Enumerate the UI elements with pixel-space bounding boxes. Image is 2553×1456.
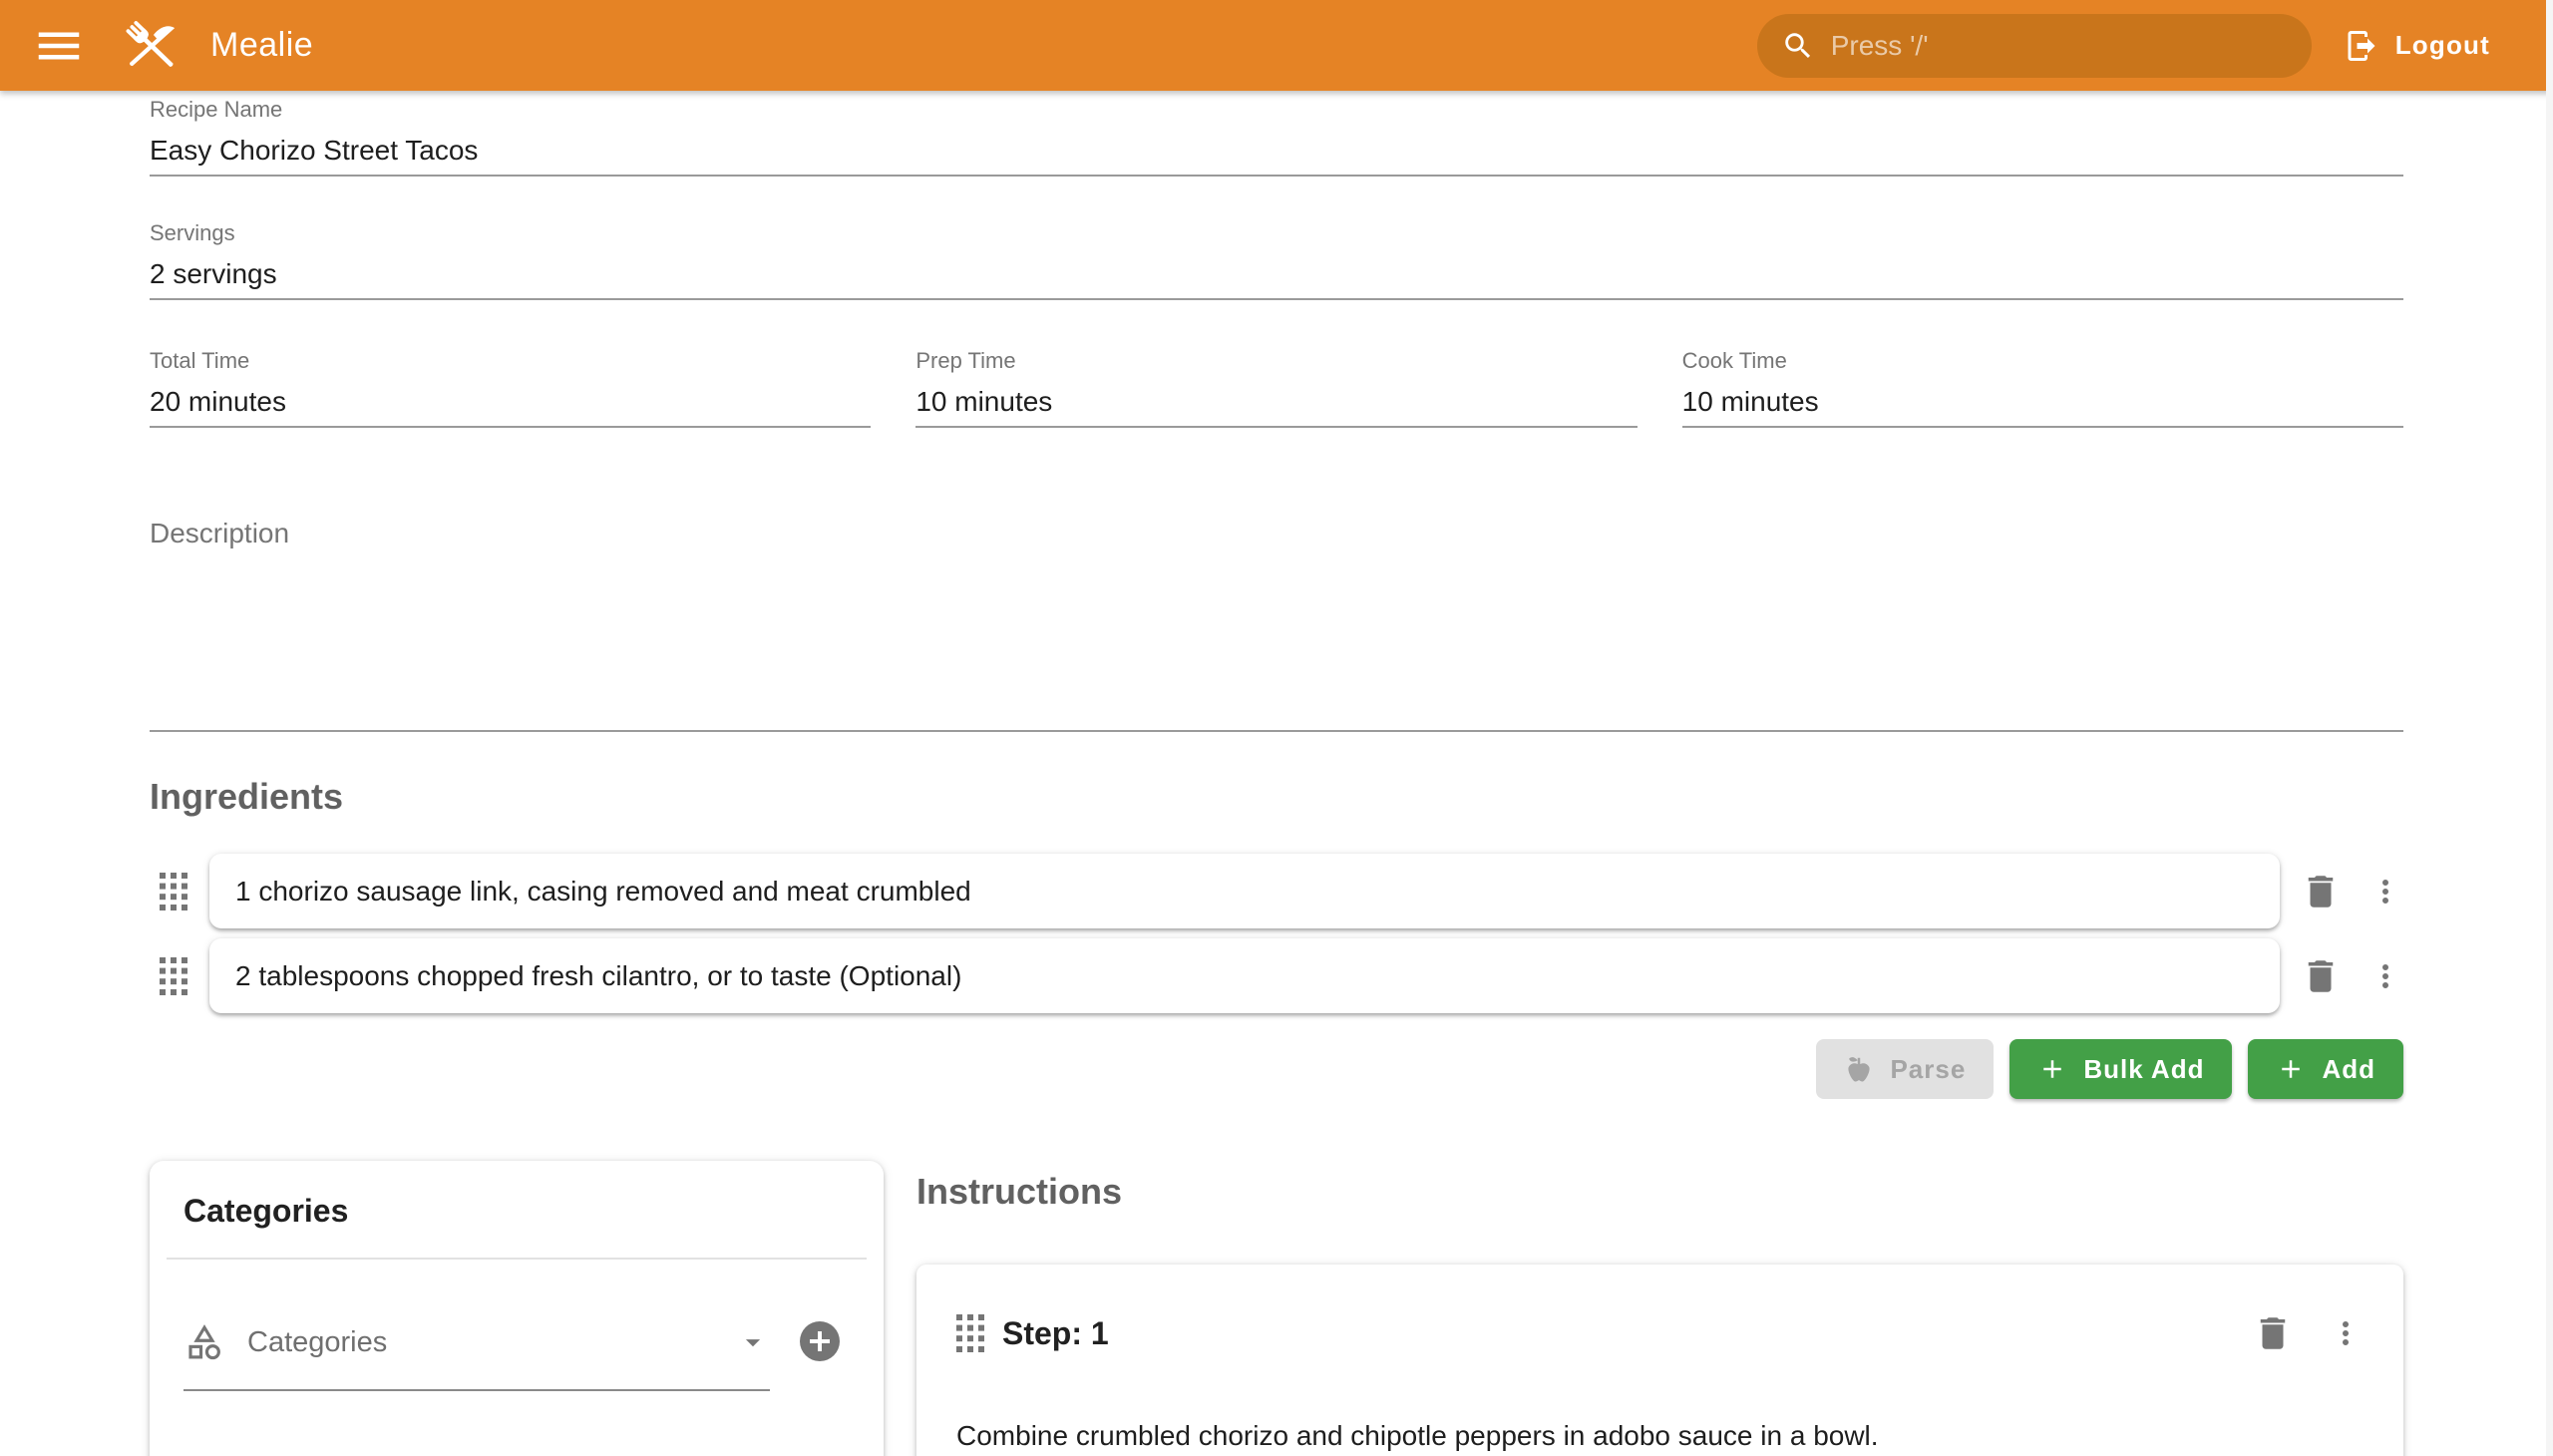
- ingredient-menu-button[interactable]: [2368, 958, 2403, 994]
- drag-handle-icon[interactable]: [956, 1314, 984, 1352]
- ingredient-row: [150, 854, 2403, 928]
- fork-knife-logo-icon: [117, 11, 186, 81]
- search-input[interactable]: [1831, 30, 2288, 62]
- trash-icon: [2252, 1312, 2294, 1354]
- servings-label: Servings: [150, 220, 2403, 246]
- cook-time-input[interactable]: [1682, 386, 2403, 418]
- divider: [167, 1258, 867, 1260]
- menu-button[interactable]: [29, 16, 89, 76]
- categories-card: Categories Categories: [150, 1161, 884, 1456]
- parse-label: Parse: [1890, 1054, 1966, 1085]
- kebab-menu-icon: [2328, 1315, 2364, 1351]
- logout-button[interactable]: Logout: [2344, 28, 2490, 64]
- ingredient-list: [150, 854, 2403, 1013]
- servings-field[interactable]: Servings: [150, 220, 2403, 300]
- plus-icon: [2276, 1054, 2306, 1084]
- step-header: Step: 1: [956, 1312, 2364, 1354]
- ingredient-menu-button[interactable]: [2368, 874, 2403, 910]
- prep-time-field[interactable]: Prep Time: [915, 348, 1637, 428]
- plus-circle-icon: [796, 1317, 844, 1365]
- drag-handle-icon[interactable]: [160, 873, 187, 910]
- shapes-icon: [183, 1321, 225, 1363]
- servings-input[interactable]: [150, 258, 2403, 290]
- bulk-add-button[interactable]: Bulk Add: [2009, 1039, 2232, 1099]
- ingredient-input-card: [209, 854, 2280, 928]
- categories-select[interactable]: Categories: [183, 1321, 770, 1391]
- add-label: Add: [2322, 1054, 2375, 1085]
- step-text[interactable]: Combine crumbled chorizo and chipotle pe…: [956, 1416, 2364, 1455]
- step-menu-button[interactable]: [2328, 1315, 2364, 1351]
- trash-icon: [2300, 871, 2342, 912]
- ingredients-heading: Ingredients: [150, 776, 2403, 818]
- times-row: Total Time Prep Time Cook Time: [150, 348, 2403, 428]
- description-label: Description: [150, 518, 2403, 549]
- ingredient-row: [150, 938, 2403, 1013]
- bulk-add-label: Bulk Add: [2083, 1054, 2204, 1085]
- kebab-menu-icon: [2368, 958, 2403, 994]
- recipe-editor: Recipe Name Servings Total Time Prep Tim…: [0, 97, 2553, 1456]
- delete-ingredient-button[interactable]: [2300, 871, 2342, 912]
- recipe-name-label: Recipe Name: [150, 97, 2403, 123]
- drag-handle-icon[interactable]: [160, 957, 187, 995]
- categories-heading: Categories: [183, 1193, 850, 1230]
- app-logo[interactable]: [117, 11, 186, 81]
- description-field[interactable]: Description: [150, 518, 2403, 732]
- logout-icon: [2344, 28, 2379, 64]
- bottom-section: Categories Categories Instru: [150, 1151, 2403, 1456]
- logout-label: Logout: [2395, 30, 2490, 61]
- trash-icon: [2300, 955, 2342, 997]
- prep-time-label: Prep Time: [915, 348, 1637, 374]
- parse-button[interactable]: Parse: [1816, 1039, 1994, 1099]
- add-category-button[interactable]: [796, 1317, 844, 1365]
- recipe-name-field[interactable]: Recipe Name: [150, 97, 2403, 177]
- delete-ingredient-button[interactable]: [2300, 955, 2342, 997]
- hamburger-icon: [32, 19, 86, 73]
- scrollbar-track[interactable]: [2546, 0, 2553, 1456]
- prep-time-input[interactable]: [915, 386, 1637, 418]
- instructions-heading: Instructions: [916, 1171, 2403, 1213]
- categories-select-label: Categories: [247, 1326, 387, 1359]
- kebab-menu-icon: [2368, 874, 2403, 910]
- chevron-down-icon[interactable]: [736, 1325, 770, 1359]
- total-time-input[interactable]: [150, 386, 871, 418]
- instruction-step-card: Step: 1 Combine crumbled chorizo and chi…: [916, 1265, 2403, 1456]
- apple-icon: [1844, 1054, 1874, 1084]
- ingredient-input[interactable]: [235, 960, 2254, 992]
- add-button[interactable]: Add: [2248, 1039, 2403, 1099]
- delete-step-button[interactable]: [2252, 1312, 2294, 1354]
- app-title: Mealie: [210, 26, 313, 65]
- search-bar[interactable]: [1757, 14, 2312, 78]
- step-title: Step: 1: [1002, 1315, 1109, 1352]
- recipe-name-input[interactable]: [150, 135, 2403, 167]
- total-time-field[interactable]: Total Time: [150, 348, 871, 428]
- categories-select-row: Categories: [183, 1321, 844, 1391]
- app-bar: Mealie Logout: [0, 0, 2553, 91]
- cook-time-field[interactable]: Cook Time: [1682, 348, 2403, 428]
- instructions-section: Instructions Step: 1: [916, 1151, 2403, 1456]
- ingredient-input-card: [209, 938, 2280, 1013]
- cook-time-label: Cook Time: [1682, 348, 2403, 374]
- plus-icon: [2037, 1054, 2067, 1084]
- ingredient-actions: Parse Bulk Add Add: [150, 1039, 2403, 1099]
- total-time-label: Total Time: [150, 348, 871, 374]
- search-icon: [1781, 29, 1815, 63]
- ingredient-input[interactable]: [235, 876, 2254, 908]
